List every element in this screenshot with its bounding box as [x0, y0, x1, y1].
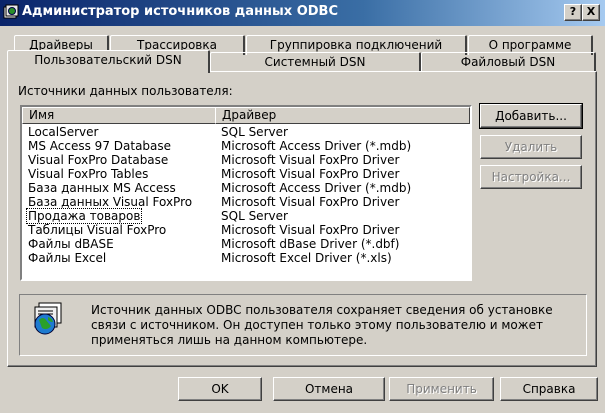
configure-button[interactable]: Настройка... — [480, 165, 582, 189]
title-bar[interactable]: Администратор источников данных ODBC ? X — [0, 0, 605, 26]
item-name: Файлы dBASE — [28, 237, 114, 251]
item-name: Продажа товаров — [25, 208, 143, 224]
list-item[interactable]: Таблицы Visual FoxPro Microsoft Visual F… — [22, 223, 470, 237]
item-driver: SQL Server — [221, 209, 288, 223]
item-driver: Microsoft Visual FoxPro Driver — [221, 195, 400, 209]
window-title: Администратор источников данных ODBC — [22, 4, 338, 19]
help-footer-button[interactable]: Справка — [500, 377, 598, 401]
item-name: MS Access 97 Database — [28, 139, 172, 153]
item-name: Visual FoxPro Tables — [28, 167, 149, 181]
apply-button[interactable]: Применить — [389, 377, 494, 401]
item-name: База данных MS Access — [28, 181, 176, 195]
item-driver: Microsoft Visual FoxPro Driver — [221, 153, 400, 167]
add-button[interactable]: Добавить... — [479, 103, 583, 129]
remove-button[interactable]: Удалить — [480, 135, 582, 159]
list-item[interactable]: MS Access 97 Database Microsoft Access D… — [22, 139, 470, 153]
item-driver: Microsoft Access Driver (*.mdb) — [221, 181, 412, 195]
odbc-admin-window: Администратор источников данных ODBC ? X… — [0, 0, 605, 413]
item-name: База данных Visual FoxPro — [28, 195, 193, 209]
info-text: Источник данных ODBC пользователя сохран… — [91, 303, 553, 347]
list-item[interactable]: Файлы Excel Microsoft Excel Driver (*.xl… — [22, 251, 470, 265]
item-driver: SQL Server — [221, 125, 288, 139]
list-item[interactable]: Visual FoxPro Database Microsoft Visual … — [22, 153, 470, 167]
help-button[interactable]: ? — [564, 4, 582, 21]
tab-user-dsn[interactable]: Пользовательский DSN — [7, 50, 210, 73]
item-driver: Microsoft Visual FoxPro Driver — [221, 223, 400, 237]
tab-system-dsn[interactable]: Системный DSN — [210, 52, 421, 72]
column-header-driver[interactable]: Драйвер — [215, 107, 470, 124]
data-sources-list[interactable]: Имя Драйвер LocalServer SQL Server MS Ac… — [20, 105, 472, 281]
tab-file-dsn[interactable]: Файловый DSN — [421, 52, 596, 72]
list-item[interactable]: База данных Visual FoxPro Microsoft Visu… — [22, 195, 470, 209]
item-name: Visual FoxPro Database — [28, 153, 169, 167]
list-item-focused[interactable]: Продажа товаров SQL Server — [22, 208, 470, 224]
item-name: Таблицы Visual FoxPro — [28, 223, 167, 237]
list-item[interactable]: База данных MS Access Microsoft Access D… — [22, 181, 470, 195]
odbc-app-icon — [3, 4, 19, 19]
item-name: LocalServer — [28, 125, 99, 139]
close-button[interactable]: X — [582, 4, 600, 21]
item-driver: Microsoft Access Driver (*.mdb) — [221, 139, 412, 153]
list-item[interactable]: Visual FoxPro Tables Microsoft Visual Fo… — [22, 167, 470, 181]
list-item[interactable]: Файлы dBASE Microsoft dBase Driver (*.db… — [22, 237, 470, 251]
data-sources-label: Источники данных пользователя: — [18, 84, 233, 98]
item-driver: Microsoft Excel Driver (*.xls) — [221, 251, 392, 265]
item-name: Файлы Excel — [28, 251, 107, 265]
cancel-button[interactable]: Отмена — [273, 377, 385, 401]
ok-button[interactable]: OK — [178, 377, 262, 401]
column-header-name[interactable]: Имя — [22, 107, 216, 124]
list-header: Имя Драйвер — [22, 107, 470, 124]
item-driver: Microsoft dBase Driver (*.dbf) — [221, 237, 400, 251]
list-item[interactable]: LocalServer SQL Server — [22, 125, 470, 139]
item-driver: Microsoft Visual FoxPro Driver — [221, 167, 400, 181]
odbc-globe-icon — [34, 302, 62, 335]
